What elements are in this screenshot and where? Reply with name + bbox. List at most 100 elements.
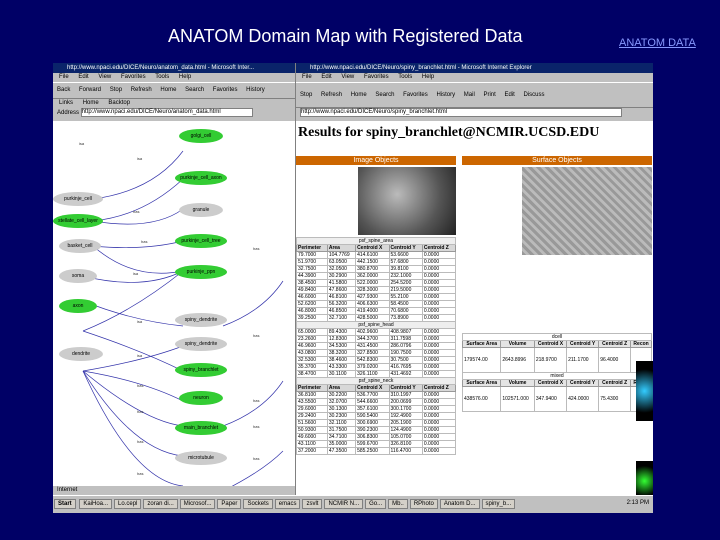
favorites-button[interactable]: Favorites — [213, 87, 238, 93]
taskbar-item[interactable]: Anatom D... — [439, 499, 480, 509]
image-objects-table: psf_spine_area Perimeter Area Centroid X Cen… — [296, 237, 457, 455]
table-cell: 0.0000 — [421, 342, 457, 350]
table-row: 51.5600 32.1100 300.6900 205.1900 0.0000 — [296, 419, 457, 427]
taskbar-item[interactable]: NCMIR N... — [324, 499, 364, 509]
menu-edit[interactable]: Edit — [321, 74, 331, 80]
links-backtop[interactable]: Backtop — [108, 100, 130, 106]
menu-view[interactable]: View — [98, 74, 111, 80]
home-button[interactable]: Home — [351, 92, 367, 98]
links-home[interactable]: Home — [83, 100, 99, 106]
mail-button[interactable]: Mail — [464, 92, 475, 98]
graph-node[interactable]: neuron — [179, 391, 223, 405]
graph-node[interactable]: granule — [179, 203, 223, 217]
menu-help[interactable]: Help — [422, 74, 434, 80]
table-cell: 419.4000 — [355, 307, 390, 315]
favorites-button[interactable]: Favorites — [403, 92, 428, 98]
address-input[interactable]: http://www.npaci.edu/DICE/Neuro/anatom_d… — [80, 108, 253, 117]
surface-render-image[interactable] — [636, 461, 653, 495]
table-cell: 427.9300 — [355, 293, 390, 301]
graph-node[interactable]: purkinje_ppn — [175, 265, 227, 279]
table-cell: 438576.00 — [461, 386, 502, 412]
graph-node[interactable]: golgi_cell — [179, 129, 223, 143]
graph-node[interactable]: axon — [59, 299, 97, 313]
table-cell: 211.1700 — [566, 347, 600, 373]
menu-tools[interactable]: Tools — [398, 74, 412, 80]
taskbar-item[interactable]: Mb.. — [388, 499, 408, 509]
column-header: Centroid Z — [421, 244, 457, 252]
table-cell: 32.1100 — [326, 419, 357, 427]
right-window-titlebar[interactable]: http://www.npaci.edu/DICE/Neuro/spiny_br… — [296, 63, 653, 73]
menu-file[interactable]: File — [59, 74, 69, 80]
table-cell: 0.0000 — [421, 391, 457, 399]
back-button[interactable]: Back — [57, 87, 70, 93]
table-cell: 79.7000 — [296, 251, 328, 259]
table-cell: 0.0000 — [421, 272, 457, 280]
address-input[interactable]: http://www.npaci.edu/DICE/Neuro/spiny_br… — [300, 108, 622, 117]
left-window-titlebar[interactable]: http://www.npaci.edu/DICE/Neuro/anatom_d… — [53, 63, 295, 73]
home-button[interactable]: Home — [160, 87, 176, 93]
taskbar-item[interactable]: KaiHoa... — [79, 499, 113, 509]
table-cell: 218.9700 — [533, 347, 568, 373]
menu-help[interactable]: Help — [179, 74, 191, 80]
surface-render-image[interactable] — [636, 361, 653, 421]
graph-node[interactable]: microtubule — [175, 451, 227, 465]
edge-label: has — [253, 246, 260, 251]
graph-node[interactable]: dendrite — [59, 347, 103, 361]
table-cell: 46.9600 — [296, 342, 328, 350]
refresh-button[interactable]: Refresh — [131, 87, 152, 93]
graph-node[interactable]: purkinje_cell — [53, 192, 103, 206]
links-label[interactable]: Links — [59, 100, 73, 106]
anatom-data-link[interactable]: ANATOM DATA — [619, 37, 696, 49]
stop-button[interactable]: Stop — [300, 92, 312, 98]
screenshot-frame: http://www.npaci.edu/DICE/Neuro/anatom_d… — [53, 63, 653, 513]
graph-node[interactable]: soma — [59, 269, 97, 283]
table-cell: 39.8100 — [388, 265, 423, 273]
taskbar-item[interactable]: Microsof... — [179, 499, 216, 509]
taskbar-item[interactable]: zsvlt — [302, 499, 323, 509]
discuss-button[interactable]: Discuss — [524, 92, 545, 98]
graph-node[interactable]: purkinje_cell_axon — [175, 171, 227, 185]
search-button[interactable]: Search — [185, 87, 204, 93]
table-cell: 0.0000 — [421, 433, 457, 441]
taskbar-item[interactable]: Sockets — [243, 499, 273, 509]
search-button[interactable]: Search — [375, 92, 394, 98]
graph-node[interactable]: basket_cell — [59, 239, 101, 253]
table-cell: 0.0000 — [421, 293, 457, 301]
graph-node[interactable]: purkinje_cell_tree — [175, 234, 227, 248]
history-button[interactable]: History — [246, 87, 265, 93]
history-button[interactable]: History — [436, 92, 455, 98]
table-cell: 53.6600 — [388, 251, 423, 259]
table-row: 43.5500 32.0700 544.6600 200.0699 0.0000 — [296, 398, 457, 406]
menu-favorites[interactable]: Favorites — [121, 74, 146, 80]
graph-node[interactable]: stellate_cell_layer — [53, 214, 103, 228]
right-address-bar: http://www.npaci.edu/DICE/Neuro/spiny_br… — [296, 108, 653, 118]
graph-node[interactable]: spiny_branchlet — [175, 363, 227, 377]
forward-button[interactable]: Forward — [79, 87, 101, 93]
menu-favorites[interactable]: Favorites — [364, 74, 389, 80]
graph-node[interactable]: main_branchlet — [175, 421, 227, 435]
edge-label: has — [253, 333, 260, 338]
taskbar-item[interactable]: Paper — [217, 499, 242, 509]
taskbar-item[interactable]: spiny_b... — [481, 499, 516, 509]
table-cell: 0.0000 — [421, 279, 457, 287]
print-button[interactable]: Print — [483, 92, 495, 98]
edit-button[interactable]: Edit — [504, 92, 514, 98]
refresh-button[interactable]: Refresh — [321, 92, 342, 98]
stop-button[interactable]: Stop — [110, 87, 122, 93]
graph-node[interactable]: spiny_dendrite — [175, 337, 227, 351]
table-cell: 327.8500 — [355, 349, 390, 357]
taskbar-item[interactable]: Lo.cepl — [114, 499, 142, 509]
taskbar-item[interactable]: zoran di... — [143, 499, 178, 509]
taskbar-item[interactable]: RPhoto — [409, 499, 438, 509]
graph-node[interactable]: spiny_dendrite — [175, 313, 227, 327]
start-button[interactable]: Start — [54, 499, 76, 509]
surface-thumbnail[interactable] — [522, 167, 652, 255]
menu-edit[interactable]: Edit — [78, 74, 88, 80]
taskbar-item[interactable]: emacs — [274, 499, 301, 509]
taskbar-item[interactable]: Go... — [365, 499, 387, 509]
menu-file[interactable]: File — [302, 74, 312, 80]
table-row: 46.6000 46.8100 427.9300 55.2100 0.0000 — [296, 293, 457, 301]
menu-tools[interactable]: Tools — [155, 74, 169, 80]
menu-view[interactable]: View — [341, 74, 354, 80]
image-thumbnail[interactable] — [358, 167, 456, 235]
